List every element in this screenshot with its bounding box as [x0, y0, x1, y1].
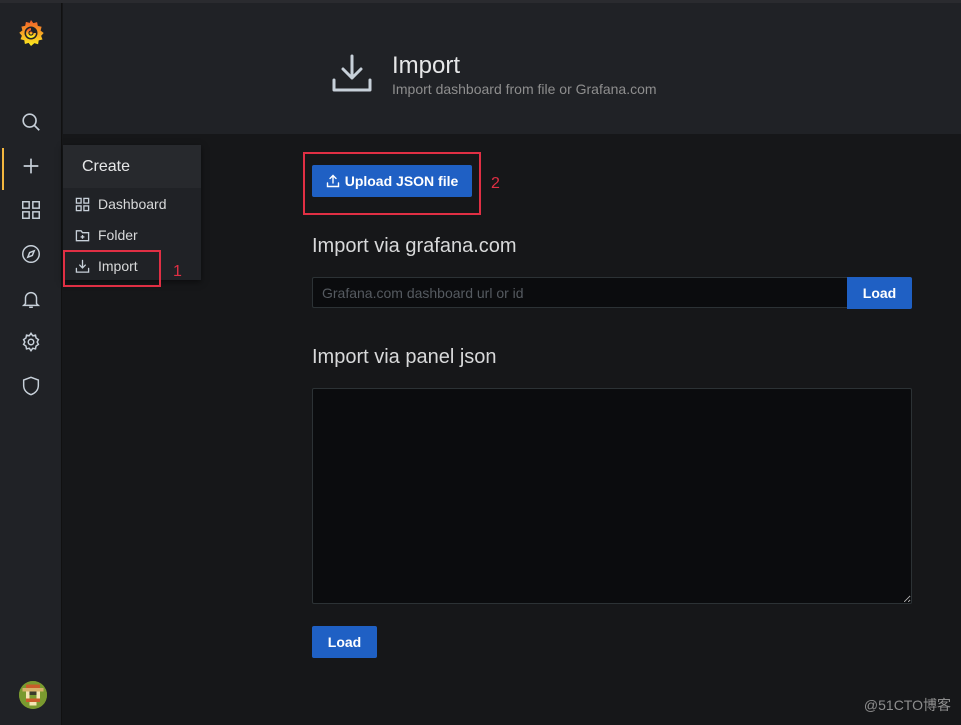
upload-json-label: Upload JSON file: [344, 173, 459, 189]
annotation-box-1: [63, 250, 161, 287]
configuration-icon[interactable]: [0, 322, 62, 362]
explore-icon[interactable]: [0, 234, 62, 274]
grafana-section-title: Import via grafana.com: [312, 235, 517, 257]
watermark: @51CTO博客: [863, 697, 951, 713]
user-avatar[interactable]: [19, 681, 47, 709]
menu-item-folder[interactable]: Folder: [75, 222, 138, 248]
sidebar: [0, 3, 62, 725]
grafana-load-button[interactable]: Load: [847, 277, 912, 309]
folder-plus-icon: [75, 229, 90, 241]
dashboards-icon[interactable]: [0, 190, 62, 230]
import-header-icon: [330, 52, 374, 96]
upload-json-button[interactable]: Upload JSON file: [312, 165, 472, 197]
menu-item-dashboard[interactable]: Dashboard: [75, 191, 167, 217]
annotation-number-2: 2: [491, 175, 500, 192]
upload-icon: [326, 174, 339, 188]
page-header: [63, 3, 961, 134]
annotation-number-1: 1: [173, 263, 182, 280]
search-icon[interactable]: [0, 102, 62, 142]
create-menu-heading: Create: [63, 145, 201, 188]
panel-json-textarea[interactable]: [312, 388, 912, 604]
menu-item-label: Folder: [98, 227, 138, 243]
plus-icon[interactable]: [0, 146, 62, 186]
panel-json-section-title: Import via panel json: [312, 346, 497, 368]
grafana-logo-icon[interactable]: [0, 13, 62, 53]
page-subtitle: Import dashboard from file or Grafana.co…: [392, 81, 657, 97]
page-title: Import: [392, 52, 461, 79]
shield-icon[interactable]: [0, 366, 62, 406]
grafana-url-input[interactable]: [312, 277, 848, 308]
panel-load-button[interactable]: Load: [312, 626, 377, 658]
menu-item-label: Dashboard: [98, 196, 167, 212]
alerting-icon[interactable]: [0, 279, 62, 319]
apps-icon: [75, 197, 90, 211]
